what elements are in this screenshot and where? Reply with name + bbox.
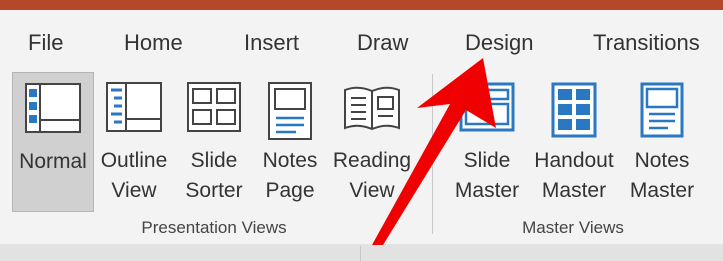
outline-view-label: Outline View <box>100 149 168 202</box>
group-divider <box>432 74 433 234</box>
ribbon-panel: Normal Outline View Slide Sorter Notes P… <box>0 66 723 244</box>
notes-page-icon <box>268 82 312 145</box>
ribbon-tabs: File Home Insert Draw Design Transitions <box>0 10 723 72</box>
normal-view-icon <box>25 83 81 138</box>
slide-sorter-icon <box>187 82 241 137</box>
slide-master-button[interactable]: Slide Master <box>448 72 526 212</box>
notes-master-button[interactable]: Notes Master <box>624 72 700 212</box>
bottom-divider <box>360 246 361 261</box>
slide-sorter-label: Slide Sorter <box>185 149 243 202</box>
reading-view-button[interactable]: Reading View <box>330 72 414 212</box>
notes-page-button[interactable]: Notes Page <box>256 72 324 212</box>
tab-home[interactable]: Home <box>124 30 183 56</box>
handout-master-button[interactable]: Handout Master <box>528 72 620 212</box>
tab-transitions[interactable]: Transitions <box>593 30 700 56</box>
tab-file[interactable]: File <box>28 30 63 56</box>
master-views-group-label: Master Views <box>522 218 624 237</box>
reading-view-label: Reading View <box>332 149 412 202</box>
notes-page-label: Notes Page <box>262 149 318 202</box>
reading-view-icon <box>343 82 401 139</box>
slide-master-icon <box>459 82 515 137</box>
outline-view-icon <box>106 82 162 137</box>
handout-master-icon <box>551 82 597 143</box>
notes-master-icon <box>640 82 684 143</box>
tab-insert[interactable]: Insert <box>244 30 299 56</box>
slide-master-label: Slide Master <box>454 149 520 202</box>
tab-design[interactable]: Design <box>465 30 533 56</box>
presentation-views-group-label: Presentation Views <box>141 218 287 237</box>
normal-view-button[interactable]: Normal <box>12 72 94 212</box>
bottom-bar <box>0 244 723 261</box>
title-bar <box>0 0 723 10</box>
slide-sorter-button[interactable]: Slide Sorter <box>176 72 252 212</box>
outline-view-button[interactable]: Outline View <box>96 72 172 212</box>
tab-draw[interactable]: Draw <box>357 30 408 56</box>
handout-master-label: Handout Master <box>534 149 614 202</box>
notes-master-label: Notes Master <box>629 149 695 202</box>
normal-view-label: Normal <box>19 150 87 173</box>
